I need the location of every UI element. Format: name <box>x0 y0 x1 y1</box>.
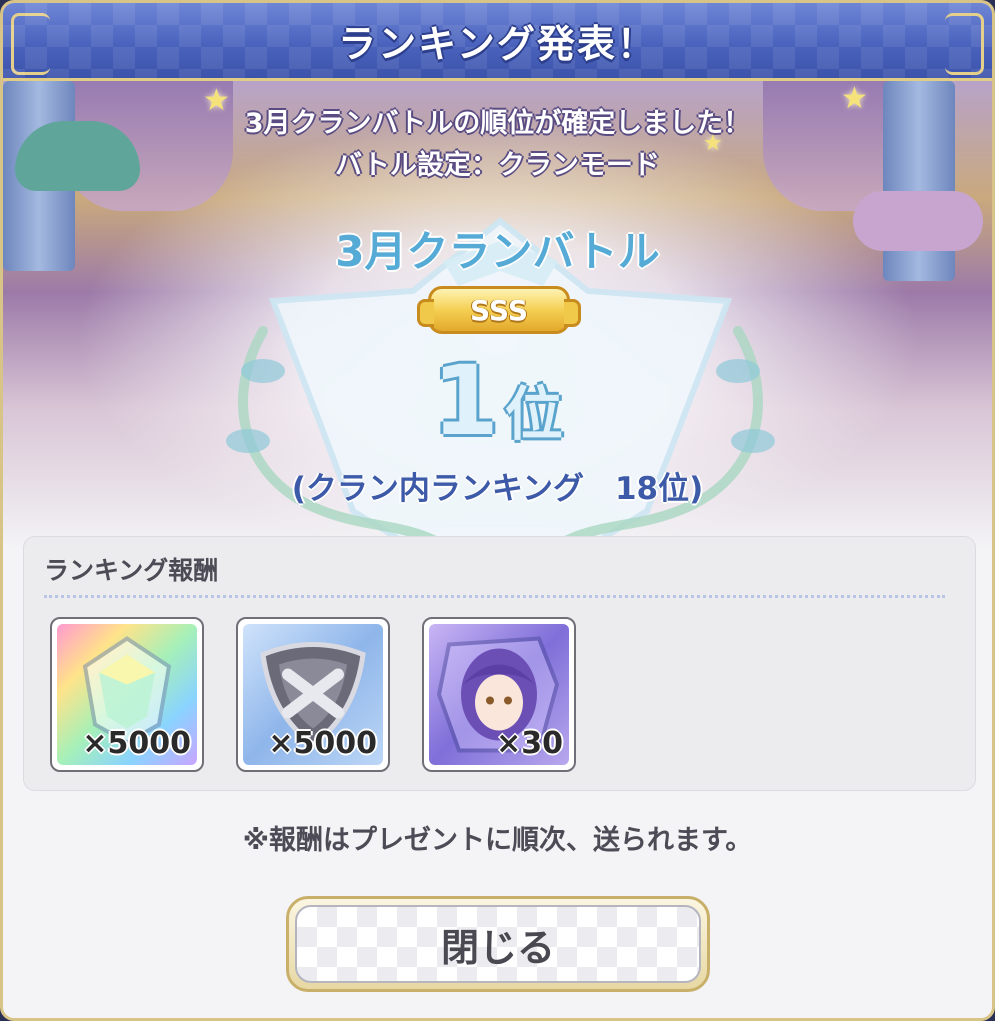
reward-count: ×5000 <box>82 726 191 761</box>
rewards-divider <box>44 595 945 598</box>
dialog-title: ランキング発表！ <box>338 22 657 66</box>
rank-number: 1 <box>432 345 499 457</box>
battle-name: 3月クランバトル <box>335 227 660 276</box>
clan-coin-shield-icon: ×5000 <box>243 624 383 765</box>
rank-value: 1位 <box>3 345 992 457</box>
reward-item[interactable]: ×30 <box>422 617 576 772</box>
rewards-panel: ランキング報酬 ×5000 ×5000 ×30 <box>23 536 976 791</box>
banner-line-1: 3月クランバトルの順位が確定しました！ <box>244 108 751 139</box>
character-memory-piece-icon: ×30 <box>429 624 569 765</box>
dialog-header: ランキング発表！ <box>3 3 992 81</box>
rainbow-jewel-icon: ×5000 <box>57 624 197 765</box>
reward-item[interactable]: ×5000 <box>236 617 390 772</box>
rewards-title: ランキング報酬 <box>44 556 219 585</box>
close-button-label: 閉じる <box>295 905 701 983</box>
reward-item[interactable]: ×5000 <box>50 617 204 772</box>
reward-count: ×5000 <box>268 726 377 761</box>
rewards-note: ※報酬はプレゼントに順次、送られます。 <box>242 825 753 856</box>
rank-grade-badge: SSS <box>417 286 581 334</box>
close-button[interactable]: 閉じる <box>286 896 710 992</box>
banner-line-2: バトル設定：クランモード <box>335 150 660 181</box>
reward-count: ×30 <box>496 726 563 761</box>
ranking-dialog: ランキング発表！ ★ ★ ★ 3月クランバトルの順位が確定しました！ バトル設定… <box>0 0 995 1021</box>
clan-internal-rank: (クラン内ランキング 18位) <box>291 471 704 507</box>
rank-unit: 位 <box>504 380 563 448</box>
